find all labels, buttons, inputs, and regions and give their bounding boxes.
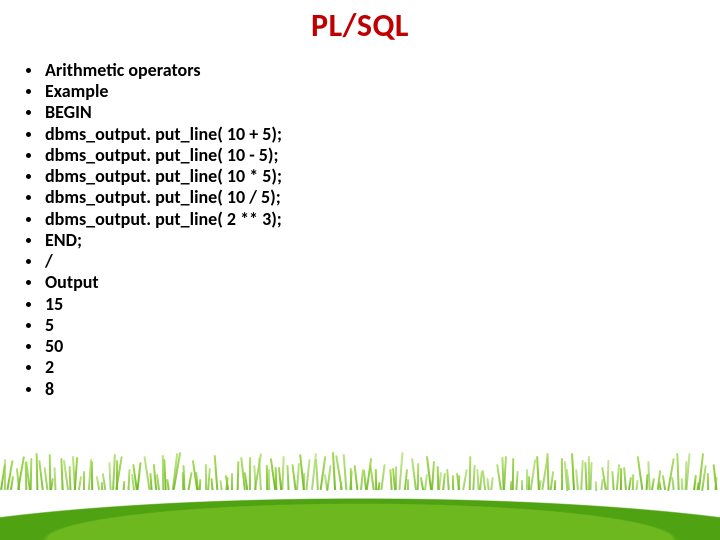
- list-item: END;: [26, 230, 666, 251]
- list-item: 8: [26, 379, 666, 400]
- bullet-icon: [26, 89, 31, 94]
- slide: PL/SQL Arithmetic operators Example BEGI…: [0, 0, 720, 540]
- bullet-icon: [26, 174, 31, 179]
- list-item: dbms_output. put_line( 10 * 5);: [26, 166, 666, 187]
- bullet-icon: [26, 302, 31, 307]
- bullet-text: dbms_output. put_line( 2 ** 3);: [45, 209, 282, 230]
- list-item: BEGIN: [26, 102, 666, 123]
- list-item: Example: [26, 81, 666, 102]
- bullet-list: Arithmetic operators Example BEGIN dbms_…: [26, 60, 666, 400]
- bullet-icon: [26, 238, 31, 243]
- bullet-text: END;: [45, 230, 82, 251]
- bullet-icon: [26, 323, 31, 328]
- list-item: 5: [26, 315, 666, 336]
- bullet-icon: [26, 217, 31, 222]
- bullet-icon: [26, 110, 31, 115]
- bullet-text: dbms_output. put_line( 10 * 5);: [45, 166, 282, 187]
- list-item: 2: [26, 357, 666, 378]
- bullet-text: /: [45, 251, 53, 272]
- bullet-icon: [26, 132, 31, 137]
- list-item: dbms_output. put_line( 10 / 5);: [26, 187, 666, 208]
- list-item: dbms_output. put_line( 10 + 5);: [26, 124, 666, 145]
- grass-blades: [0, 430, 720, 490]
- bullet-icon: [26, 68, 31, 73]
- bullet-icon: [26, 195, 31, 200]
- bullet-text: Output: [45, 272, 99, 293]
- bullet-text: Arithmetic operators: [45, 60, 201, 81]
- bullet-icon: [26, 153, 31, 158]
- bullet-text: 5: [45, 315, 54, 336]
- bullet-text: 50: [45, 336, 63, 357]
- bullet-text: 15: [45, 294, 63, 315]
- bullet-icon: [26, 365, 31, 370]
- list-item: dbms_output. put_line( 10 - 5);: [26, 145, 666, 166]
- bullet-text: BEGIN: [45, 102, 92, 123]
- list-item: /: [26, 251, 666, 272]
- bullet-icon: [26, 344, 31, 349]
- bullet-text: 2: [45, 357, 54, 378]
- grass-decoration: [0, 430, 720, 540]
- slide-title: PL/SQL: [0, 6, 720, 45]
- list-item: Arithmetic operators: [26, 60, 666, 81]
- list-item: 50: [26, 336, 666, 357]
- bullet-text: dbms_output. put_line( 10 / 5);: [45, 187, 281, 208]
- bullet-icon: [26, 259, 31, 264]
- bullet-text: Example: [45, 81, 108, 102]
- list-item: 15: [26, 294, 666, 315]
- bullet-text: dbms_output. put_line( 10 + 5);: [45, 124, 282, 145]
- bullet-text: dbms_output. put_line( 10 - 5);: [45, 145, 278, 166]
- bullet-icon: [26, 387, 31, 392]
- list-item: Output: [26, 272, 666, 293]
- list-item: dbms_output. put_line( 2 ** 3);: [26, 209, 666, 230]
- bullet-icon: [26, 280, 31, 285]
- bullet-text: 8: [45, 379, 54, 400]
